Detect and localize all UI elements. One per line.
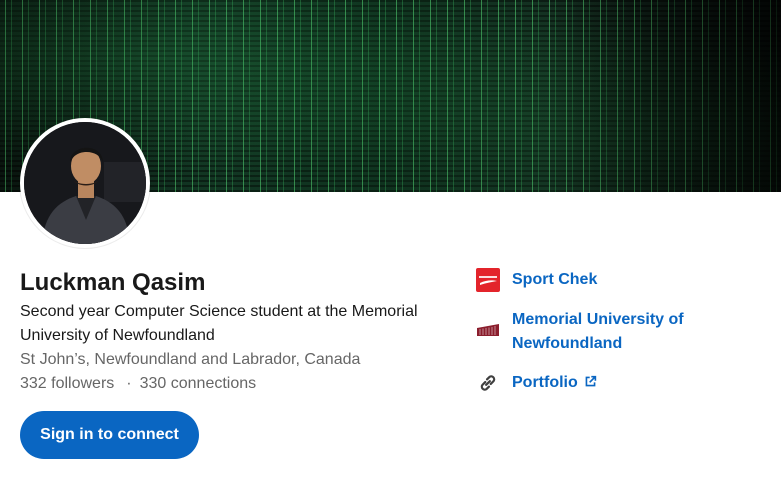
portfolio-link[interactable]: Portfolio: [512, 371, 702, 396]
profile-location: St John’s, Newfoundland and Labrador, Ca…: [20, 351, 361, 368]
profile-headline: Second year Computer Science student at …: [20, 303, 418, 344]
sidebar-item-label: Portfolio: [512, 374, 578, 391]
memorial-university-logo-icon: [476, 318, 500, 342]
sidebar-item-memorial-university[interactable]: Memorial University of Newfoundland: [476, 308, 702, 356]
sidebar-item-label[interactable]: Memorial University of Newfoundland: [512, 308, 702, 356]
stats-separator: ·: [126, 375, 132, 392]
sign-in-to-connect-button[interactable]: Sign in to connect: [20, 411, 199, 459]
followers-count: 332 followers: [20, 375, 115, 392]
sidebar-item-portfolio[interactable]: Portfolio: [476, 371, 702, 396]
sidebar-item-label[interactable]: Sport Chek: [512, 268, 702, 292]
external-link-icon: [584, 372, 597, 396]
profile-stats: 332 followers · 330 connections: [20, 372, 256, 396]
sport-chek-logo-icon: [476, 268, 500, 292]
connections-count: 330 connections: [139, 375, 257, 392]
profile-name: Luckman Qasim: [20, 269, 206, 296]
link-icon: [476, 371, 500, 395]
sidebar-item-sport-chek[interactable]: Sport Chek: [476, 268, 702, 292]
profile-avatar: [20, 118, 150, 248]
